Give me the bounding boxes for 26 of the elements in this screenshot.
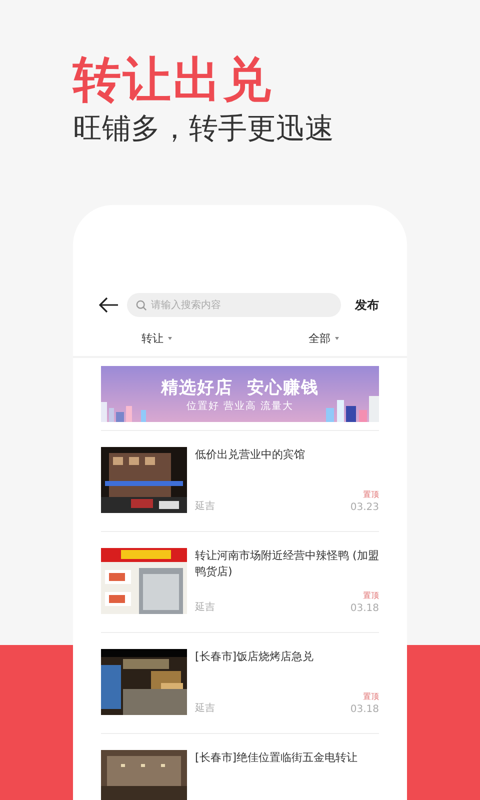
search-field[interactable]: 请输入搜索内容 (127, 293, 341, 317)
search-icon (136, 300, 147, 311)
promo-subtitle: 旺铺多，转手更迅速 (73, 110, 335, 146)
location-label: 延吉 (195, 602, 215, 613)
location-label: 延吉 (195, 703, 215, 714)
pinned-tag: 置顶 (363, 489, 379, 500)
promo-title: 转让出兑 (73, 52, 274, 108)
filter-dropdown[interactable]: 转让 (140, 329, 174, 348)
pinned-tag: 置顶 (363, 590, 379, 601)
publish-button[interactable]: 发布 (349, 296, 379, 314)
date-label: 03.23 (350, 502, 379, 513)
caret-icon (334, 337, 338, 340)
location-label: 延吉 (195, 501, 215, 512)
date-label: 03.18 (350, 704, 379, 715)
listing-title[interactable]: [长春市]饭店烧烤店急兑 (195, 649, 379, 665)
banner-headline: 精选好店 安心赚钱 (161, 376, 319, 398)
listing-title[interactable]: 转让河南市场附近经营中辣怪鸭 (加盟鸭货店) (195, 548, 379, 580)
listing-title[interactable]: [长春市]绝佳位置临街五金电转让 (195, 750, 379, 766)
banner-tagline: 位置好 营业高 流量大 (186, 400, 294, 412)
pinned-tag: 置顶 (363, 691, 379, 702)
date-label: 03.18 (350, 603, 379, 614)
filter-dropdown[interactable]: 全部 (306, 329, 340, 348)
back-arrow-icon[interactable] (99, 297, 119, 313)
skyline-drawing (326, 396, 379, 422)
caret-icon (168, 337, 172, 340)
listing-title[interactable]: 低价出兑营业中的宾馆 (195, 447, 379, 463)
